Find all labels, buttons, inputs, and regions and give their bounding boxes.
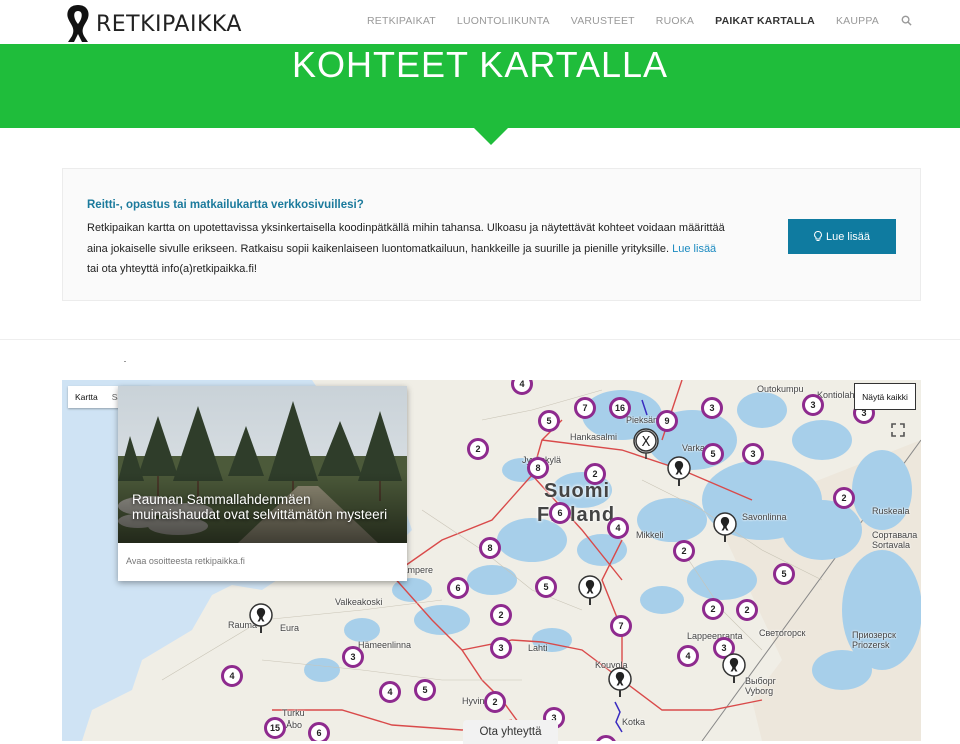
place-label: Vyborg xyxy=(745,686,774,696)
map-cluster[interactable]: 2 xyxy=(584,463,606,485)
decorative-dot xyxy=(124,361,126,362)
map-marker-icon[interactable] xyxy=(712,511,738,543)
map-cluster[interactable]: 6 xyxy=(308,722,330,741)
map-cluster[interactable]: 6 xyxy=(549,502,571,524)
map-cluster[interactable]: 7 xyxy=(610,615,632,637)
nav-kauppa[interactable]: KAUPPA xyxy=(836,15,879,29)
place-label: Светогорск xyxy=(759,628,806,638)
info-text: Retkipaikan kartta on upotettavissa yksi… xyxy=(87,218,727,280)
lightbulb-icon xyxy=(814,231,822,241)
place-popup[interactable]: Rauman Sammallahdenmäen muinaishaudat ov… xyxy=(118,386,407,581)
place-label: Mikkeli xyxy=(636,530,664,540)
place-label: Kotka xyxy=(622,717,646,727)
place-label: Ruskeala xyxy=(872,506,910,516)
map-cluster[interactable]: 5 xyxy=(538,410,560,432)
place-label: Valkeakoski xyxy=(335,597,383,607)
place-label: Lahti xyxy=(528,643,548,653)
place-label: Lappeenranta xyxy=(687,631,743,641)
map-cluster[interactable]: 8 xyxy=(527,457,549,479)
nav-search[interactable] xyxy=(901,15,912,29)
place-label: Приозерск xyxy=(852,630,896,640)
map-cluster[interactable]: 5 xyxy=(535,576,557,598)
place-popup-image[interactable]: Rauman Sammallahdenmäen muinaishaudat ov… xyxy=(118,386,407,543)
svg-text:X: X xyxy=(642,435,651,450)
embed-info-box: Reitti-, opastus tai matkailukartta verk… xyxy=(62,168,921,301)
map-cluster[interactable]: 3 xyxy=(490,637,512,659)
nav-varusteet[interactable]: VARUSTEET xyxy=(571,15,635,29)
place-label: Сортавала xyxy=(872,530,918,540)
map-marker-icon[interactable] xyxy=(248,602,274,634)
place-label: Sortavala xyxy=(872,540,911,550)
map-cluster[interactable]: 6 xyxy=(447,577,469,599)
map-cluster[interactable]: 8 xyxy=(479,537,501,559)
map-cluster[interactable]: 3 xyxy=(802,394,824,416)
main-nav: RETKIPAIKAT LUONTOLIIKUNTA VARUSTEET RUO… xyxy=(346,15,912,29)
info-read-more-link[interactable]: Lue lisää xyxy=(672,243,716,255)
map-cluster[interactable]: 5 xyxy=(773,563,795,585)
page-title: KOHTEET KARTALLA xyxy=(291,44,669,85)
map-cluster[interactable]: 2 xyxy=(467,438,489,460)
map-marker-icon[interactable] xyxy=(577,574,603,606)
map-marker-icon[interactable] xyxy=(607,666,633,698)
map-cluster[interactable]: 4 xyxy=(677,645,699,667)
site-header: RETKIPAIKKA RETKIPAIKAT LUONTOLIIKUNTA V… xyxy=(0,0,960,44)
info-text-body: Retkipaikan kartta on upotettavissa yksi… xyxy=(87,222,725,255)
map-cluster[interactable]: 16 xyxy=(609,397,631,419)
map-cluster[interactable]: 2 xyxy=(736,599,758,621)
place-label: Hämeenlinna xyxy=(358,640,412,650)
read-more-label: Lue lisää xyxy=(825,230,871,243)
map-cluster[interactable]: 4 xyxy=(607,517,629,539)
place-label: Priozersk xyxy=(852,640,890,650)
map-cluster[interactable]: 2 xyxy=(833,487,855,509)
page-banner: KOHTEET KARTALLA xyxy=(0,44,960,128)
place-label: Kontiolahti xyxy=(817,390,860,400)
place-label: Hankasalmi xyxy=(570,432,618,442)
map-cluster[interactable]: 2 xyxy=(484,691,506,713)
show-all-button[interactable]: Näytä kaikki xyxy=(854,383,916,410)
place-label: Savonlinna xyxy=(742,512,787,522)
map-marker-icon[interactable] xyxy=(721,652,747,684)
map-cluster[interactable]: 4 xyxy=(379,681,401,703)
place-popup-title: Rauman Sammallahdenmäen muinaishaudat ov… xyxy=(132,492,388,522)
map-cluster[interactable]: 5 xyxy=(414,679,436,701)
info-text-contact: tai ota yhteyttä info(a)retkipaikka.fi! xyxy=(87,263,257,275)
place-label: Åbo xyxy=(286,720,303,730)
place-label: Eura xyxy=(280,623,300,633)
map-cluster[interactable]: 9 xyxy=(656,410,678,432)
map-cluster[interactable]: 3 xyxy=(342,646,364,668)
map-cluster[interactable]: 3 xyxy=(701,397,723,419)
section-divider xyxy=(0,339,960,340)
map-marker-icon[interactable]: X xyxy=(633,428,659,460)
map-cluster[interactable]: 15 xyxy=(264,717,286,739)
nav-ruoka[interactable]: RUOKA xyxy=(656,15,694,29)
retkipaikka-logo-icon xyxy=(67,5,89,42)
place-label: Outokumpu xyxy=(757,384,804,394)
nav-luontoliikunta[interactable]: LUONTOLIIKUNTA xyxy=(457,15,550,29)
contact-button[interactable]: Ota yhteyttä xyxy=(463,720,558,744)
map-marker-icon[interactable] xyxy=(666,455,692,487)
banner-arrow xyxy=(474,128,508,145)
places-map[interactable]: Suomi Finland Jyväskylä Hankasalmi Mikke… xyxy=(62,380,921,741)
fullscreen-icon[interactable] xyxy=(891,423,905,437)
read-more-button[interactable]: Lue lisää xyxy=(788,219,896,254)
map-type-kartta[interactable]: Kartta xyxy=(68,386,105,408)
map-cluster[interactable]: 2 xyxy=(490,604,512,626)
map-cluster[interactable]: 3 xyxy=(742,443,764,465)
logo-text: RETKIPAIKKA xyxy=(96,11,242,37)
nav-retkipaikat[interactable]: RETKIPAIKAT xyxy=(367,15,436,29)
site-logo[interactable]: RETKIPAIKKA xyxy=(62,2,242,44)
map-cluster[interactable]: 5 xyxy=(702,443,724,465)
place-popup-link[interactable]: Avaa osoitteesta retkipaikka.fi xyxy=(126,556,245,566)
map-cluster[interactable]: 2 xyxy=(702,598,724,620)
map-cluster[interactable]: 4 xyxy=(221,665,243,687)
info-title: Reitti-, opastus tai matkailukartta verk… xyxy=(87,199,364,211)
nav-paikat-kartalla[interactable]: PAIKAT KARTALLA xyxy=(715,15,815,29)
map-cluster[interactable]: 7 xyxy=(574,397,596,419)
map-cluster[interactable]: 2 xyxy=(673,540,695,562)
place-label: Выборг xyxy=(745,676,776,686)
search-icon xyxy=(901,15,912,26)
place-label: Turku xyxy=(282,708,305,718)
